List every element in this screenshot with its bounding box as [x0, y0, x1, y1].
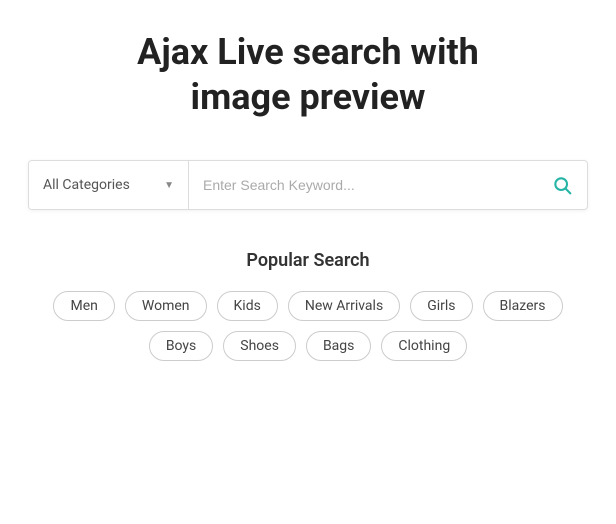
tag-item[interactable]: Kids: [217, 291, 278, 321]
tag-item[interactable]: New Arrivals: [288, 291, 400, 321]
category-dropdown[interactable]: All Categories ▼: [29, 161, 189, 209]
popular-search-title: Popular Search: [246, 250, 369, 271]
search-input[interactable]: [189, 161, 537, 209]
tag-item[interactable]: Clothing: [381, 331, 467, 361]
search-icon: [552, 175, 572, 195]
page-container: Ajax Live search with image preview All …: [0, 0, 616, 524]
tag-item[interactable]: Men: [53, 291, 114, 321]
tag-item[interactable]: Shoes: [223, 331, 296, 361]
tag-item[interactable]: Bags: [306, 331, 371, 361]
category-label: All Categories: [43, 177, 156, 193]
tag-item[interactable]: Boys: [149, 331, 213, 361]
search-button[interactable]: [537, 161, 587, 209]
tags-container: Men Women Kids New Arrivals Girls Blazers Boys…: [28, 291, 588, 361]
tag-item[interactable]: Blazers: [483, 291, 563, 321]
popular-section: Popular Search Men Women Kids New Arrivals G…: [28, 250, 588, 361]
tag-item[interactable]: Girls: [410, 291, 472, 321]
search-bar: All Categories ▼: [28, 160, 588, 210]
chevron-down-icon: ▼: [164, 180, 174, 191]
page-title: Ajax Live search with image preview: [98, 30, 518, 120]
tag-item[interactable]: Women: [125, 291, 207, 321]
